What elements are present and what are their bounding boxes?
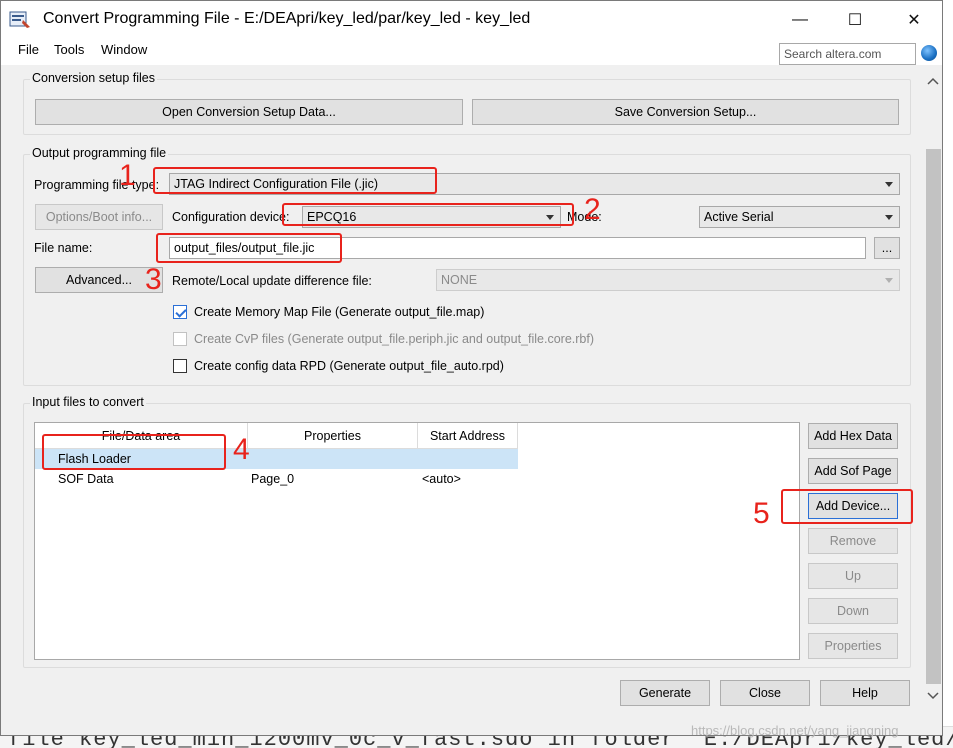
app-icon (9, 11, 30, 28)
table-row[interactable]: SOF Data Page_0 <auto> (35, 469, 518, 489)
annotation-box-4 (42, 434, 226, 470)
convert-programming-file-dialog: Convert Programming File - E:/DEApri/key… (0, 0, 943, 738)
maximize-button[interactable]: ☐ (832, 1, 878, 39)
mode-select[interactable]: Active Serial (699, 206, 900, 228)
window-title: Convert Programming File - E:/DEApri/key… (43, 10, 531, 27)
input-files-label: Input files to convert (30, 395, 146, 409)
menu-window[interactable]: Window (101, 42, 147, 57)
column-header-start-address[interactable]: Start Address (418, 423, 518, 449)
close-button[interactable]: Close (720, 680, 810, 706)
annotation-number-4: 4 (233, 433, 250, 466)
remote-update-value: NONE (441, 273, 478, 287)
config-rpd-label: Create config data RPD (Generate output_… (194, 359, 504, 373)
file-name-label: File name: (34, 241, 93, 255)
mode-value: Active Serial (704, 210, 774, 224)
scroll-up-icon[interactable] (927, 76, 939, 86)
scroll-down-icon[interactable] (927, 691, 939, 701)
chevron-down-icon (885, 182, 893, 187)
config-rpd-checkbox[interactable] (173, 359, 187, 373)
remove-button[interactable]: Remove (808, 528, 898, 554)
options-boot-info-button[interactable]: Options/Boot info... (35, 204, 163, 230)
up-button[interactable]: Up (808, 563, 898, 589)
column-header-properties[interactable]: Properties (248, 423, 418, 449)
close-window-button[interactable]: ✕ (891, 1, 937, 39)
chevron-down-icon (885, 278, 893, 283)
title-bar: Convert Programming File - E:/DEApri/key… (1, 1, 942, 39)
down-button[interactable]: Down (808, 598, 898, 624)
programming-type-label: Programming file type: (34, 178, 160, 192)
globe-icon[interactable] (921, 45, 937, 61)
remote-update-select[interactable]: NONE (436, 269, 900, 291)
browse-button[interactable]: ... (874, 237, 900, 259)
search-input[interactable]: Search altera.com (779, 43, 916, 65)
cvp-files-checkbox[interactable] (173, 332, 187, 346)
minimize-button[interactable]: — (777, 1, 823, 39)
help-button[interactable]: Help (820, 680, 910, 706)
annotation-number-2: 2 (584, 193, 601, 226)
open-conversion-setup-button[interactable]: Open Conversion Setup Data... (35, 99, 463, 125)
annotation-number-3: 3 (145, 263, 162, 296)
config-device-label: Configuration device: (172, 210, 290, 224)
watermark-text: https://blog.csdn.net/yang_jiangning (691, 723, 899, 738)
row-start: <auto> (422, 472, 461, 486)
memory-map-checkbox[interactable] (173, 305, 187, 319)
annotation-number-1: 1 (119, 159, 136, 192)
annotation-box-5 (781, 489, 913, 524)
remote-update-label: Remote/Local update difference file: (172, 274, 372, 288)
add-sof-page-button[interactable]: Add Sof Page (808, 458, 898, 484)
menu-tools[interactable]: Tools (54, 42, 84, 57)
annotation-number-5: 5 (753, 497, 770, 530)
cvp-files-label: Create CvP files (Generate output_file.p… (194, 332, 594, 346)
properties-button[interactable]: Properties (808, 633, 898, 659)
annotation-box-1 (153, 167, 437, 194)
annotation-box-3 (156, 233, 342, 263)
add-hex-data-button[interactable]: Add Hex Data (808, 423, 898, 449)
scrollbar-thumb[interactable] (926, 149, 941, 684)
row-file: SOF Data (58, 472, 114, 486)
output-programming-label: Output programming file (30, 146, 169, 160)
menu-file[interactable]: File (18, 42, 39, 57)
chevron-down-icon (885, 215, 893, 220)
conversion-setup-label: Conversion setup files (30, 71, 157, 85)
row-properties: Page_0 (251, 472, 295, 486)
save-conversion-setup-button[interactable]: Save Conversion Setup... (472, 99, 899, 125)
advanced-button[interactable]: Advanced... (35, 267, 163, 293)
generate-button[interactable]: Generate (620, 680, 710, 706)
annotation-box-2 (282, 203, 574, 226)
memory-map-label: Create Memory Map File (Generate output_… (194, 305, 485, 319)
